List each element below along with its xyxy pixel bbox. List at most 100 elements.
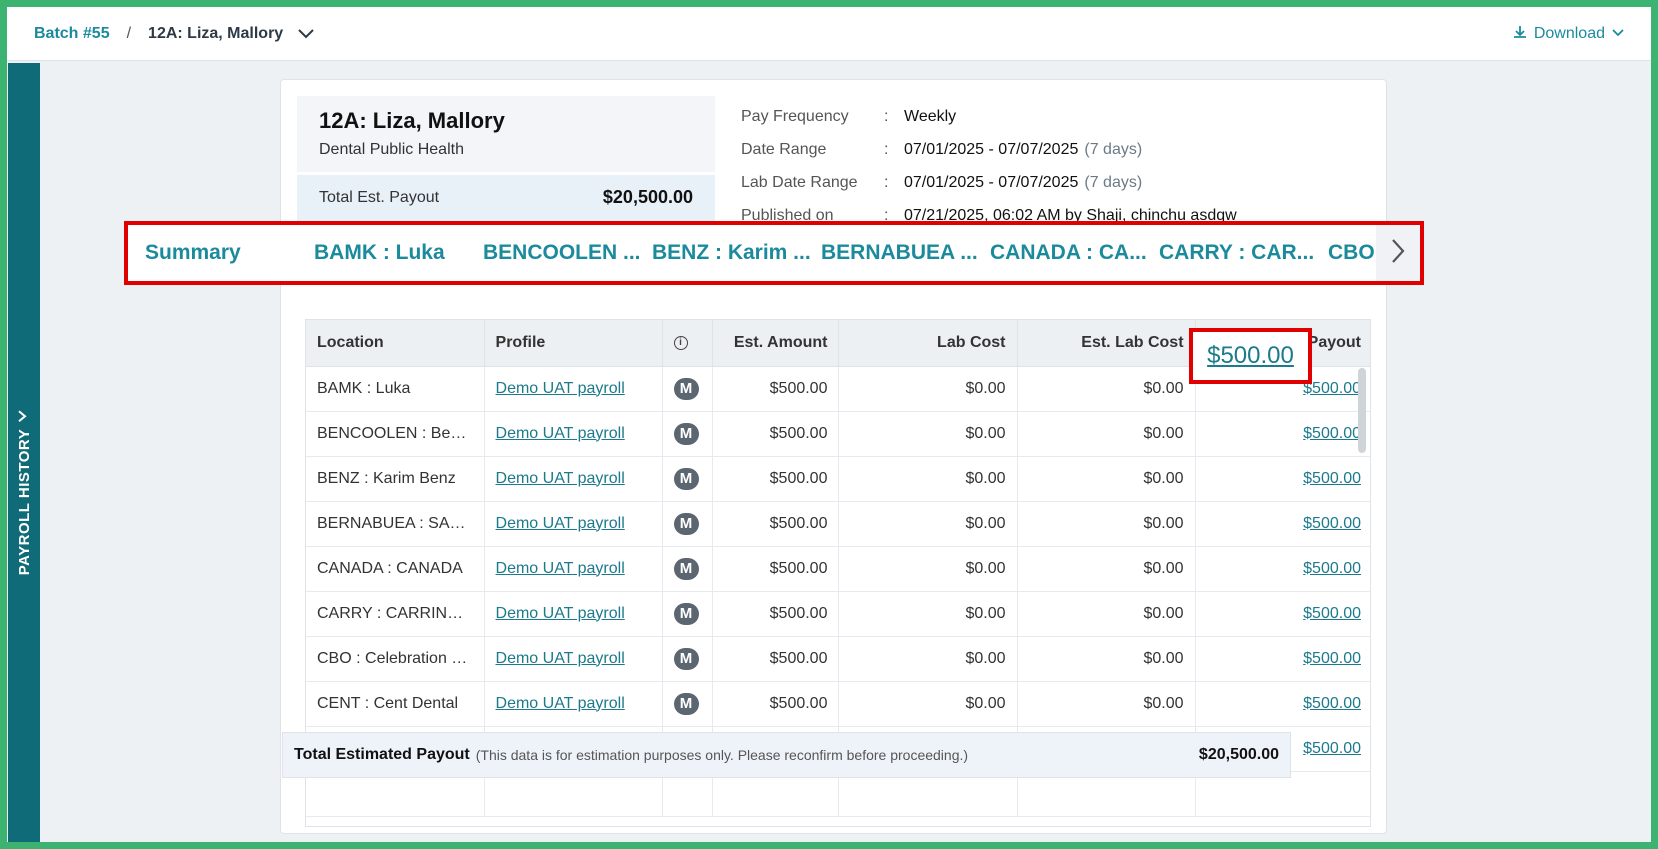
cell-location: BAMK : Luka	[306, 366, 485, 412]
cell-est-lab-cost: $0.00	[1017, 546, 1196, 592]
location-tab[interactable]: CANADA : CA...	[990, 225, 1147, 281]
profile-link[interactable]: Demo UAT payroll	[496, 605, 625, 622]
cell-est-lab-cost: $0.00	[1017, 501, 1196, 547]
cell-badge: M	[662, 681, 714, 727]
profile-link[interactable]: Demo UAT payroll	[496, 560, 625, 577]
cell-profile: Demo UAT payroll	[484, 591, 663, 637]
cell-est-amount: $500.00	[712, 501, 840, 547]
meta-row-date-range: Date Range : 07/01/2025 - 07/07/2025 (7 …	[741, 133, 1237, 166]
table-footer: Total Estimated Payout (This data is for…	[282, 732, 1291, 778]
pay-meta-list: Pay Frequency : Weekly Date Range : 07/0…	[741, 100, 1237, 232]
cell-location: CARRY : CARRINGT...	[306, 591, 485, 637]
cell-lab-cost: $0.00	[838, 591, 1018, 637]
profile-link[interactable]: Demo UAT payroll	[496, 515, 625, 532]
tabs-next-button[interactable]	[1376, 225, 1420, 281]
method-badge[interactable]: M	[673, 557, 699, 580]
method-badge[interactable]: M	[673, 422, 699, 445]
cell-badge: M	[662, 366, 714, 412]
total-payout-link[interactable]: $500.00	[1303, 605, 1361, 622]
chevron-down-icon[interactable]	[297, 28, 315, 40]
method-badge[interactable]: M	[673, 512, 699, 535]
profile-link[interactable]: Demo UAT payroll	[496, 470, 625, 487]
cell-total-est-payout: $500.00	[1195, 411, 1370, 457]
cell-est-amount: $500.00	[712, 456, 840, 502]
location-tabs: Summary BAMK : Luka BENCOOLEN ... BENZ : Ka…	[128, 225, 1378, 281]
location-tab[interactable]: BENZ : Karim ...	[652, 225, 811, 281]
cell-total-est-payout: $500.00	[1195, 501, 1370, 547]
total-payout-link[interactable]: $500.00	[1303, 740, 1361, 757]
download-icon	[1512, 24, 1528, 45]
meta-key: Date Range	[741, 140, 827, 158]
cell-est-amount: $500.00	[712, 681, 840, 727]
highlighted-total-value[interactable]: $500.00	[1207, 342, 1294, 370]
method-badge[interactable]: M	[673, 602, 699, 625]
cell-location: BERNABUEA : SAN...	[306, 501, 485, 547]
cell-profile: Demo UAT payroll	[484, 501, 663, 547]
cell-lab-cost: $0.00	[838, 456, 1018, 502]
location-tab[interactable]: CBO	[1328, 225, 1375, 281]
cell-location: BENCOOLEN : Ben...	[306, 411, 485, 457]
cell-profile: Demo UAT payroll	[484, 366, 663, 412]
cell-est-amount: $500.00	[712, 546, 840, 592]
cell-badge: M	[662, 591, 714, 637]
download-button[interactable]: Download	[1512, 7, 1625, 61]
total-payout-value: $20,500.00	[602, 187, 693, 207]
meta-key: Lab Date Range	[741, 173, 858, 191]
method-badge[interactable]: M	[673, 692, 699, 715]
table-row: BENZ : Karim Benz Demo UAT payroll M $500.0…	[306, 456, 1370, 502]
header-profile: Profile	[484, 320, 663, 367]
tab-summary[interactable]: Summary	[145, 225, 241, 281]
location-tab[interactable]: BAMK : Luka	[314, 225, 445, 281]
method-badge[interactable]: M	[673, 647, 699, 670]
footer-label: Total Estimated Payout	[294, 746, 470, 763]
meta-row-lab-date-range: Lab Date Range : 07/01/2025 - 07/07/2025…	[741, 166, 1237, 199]
profile-link[interactable]: Demo UAT payroll	[496, 380, 625, 397]
highlighted-total-payout-link[interactable]: $500.00	[1189, 328, 1312, 384]
total-payout-link[interactable]: $500.00	[1303, 470, 1361, 487]
location-tab[interactable]: BERNABUEA ...	[821, 225, 978, 281]
cell-lab-cost: $0.00	[838, 501, 1018, 547]
breadcrumb-separator: /	[126, 24, 132, 42]
total-payout-link[interactable]: $500.00	[1303, 515, 1361, 532]
location-tab[interactable]: CARRY : CAR...	[1159, 225, 1314, 281]
table-row: CENT : Cent Dental Demo UAT payroll M $500.…	[306, 681, 1370, 727]
total-payout-link[interactable]: $500.00	[1303, 695, 1361, 712]
cell-lab-cost: $0.00	[838, 681, 1018, 727]
cell-badge: M	[662, 456, 714, 502]
cell-total-est-payout: $500.00	[1195, 681, 1370, 727]
cell-lab-cost: $0.00	[838, 546, 1018, 592]
header-est-amount: Est. Amount	[712, 320, 840, 367]
side-tab-text: PAYROLL HISTORY	[15, 428, 33, 576]
location-tab[interactable]: BENCOOLEN ...	[483, 225, 641, 281]
meta-colon: :	[884, 107, 889, 125]
cell-total-est-payout: $500.00	[1195, 456, 1370, 502]
method-badge[interactable]: M	[673, 377, 699, 400]
cell-est-lab-cost: $0.00	[1017, 411, 1196, 457]
chevron-right-icon	[15, 410, 33, 422]
cell-profile: Demo UAT payroll	[484, 411, 663, 457]
info-icon[interactable]: i	[673, 335, 688, 350]
cell-est-amount: $500.00	[712, 366, 840, 412]
chevron-down-icon	[1611, 25, 1625, 43]
cell-badge: M	[662, 411, 714, 457]
cell-profile: Demo UAT payroll	[484, 456, 663, 502]
profile-link[interactable]: Demo UAT payroll	[496, 425, 625, 442]
cell-profile: Demo UAT payroll	[484, 546, 663, 592]
table-scrollbar[interactable]	[1358, 368, 1366, 453]
header-location: Location	[306, 320, 485, 367]
cell-total-est-payout: $500.00	[1195, 546, 1370, 592]
cell-est-amount: $500.00	[712, 636, 840, 682]
cell-est-lab-cost: $0.00	[1017, 456, 1196, 502]
total-payout-link[interactable]: $500.00	[1303, 425, 1361, 442]
method-badge[interactable]: M	[673, 467, 699, 490]
total-payout-link[interactable]: $500.00	[1303, 650, 1361, 667]
cell-location: CENT : Cent Dental	[306, 681, 485, 727]
download-label: Download	[1533, 25, 1605, 42]
breadcrumb-batch-link[interactable]: Batch #55	[34, 25, 110, 43]
total-payout-link[interactable]: $500.00	[1303, 560, 1361, 577]
profile-link[interactable]: Demo UAT payroll	[496, 695, 625, 712]
cell-total-est-payout: $500.00	[1195, 636, 1370, 682]
profile-link[interactable]: Demo UAT payroll	[496, 650, 625, 667]
payroll-history-side-tab[interactable]: PAYROLL HISTORY	[8, 63, 40, 842]
cell-badge: M	[662, 501, 714, 547]
